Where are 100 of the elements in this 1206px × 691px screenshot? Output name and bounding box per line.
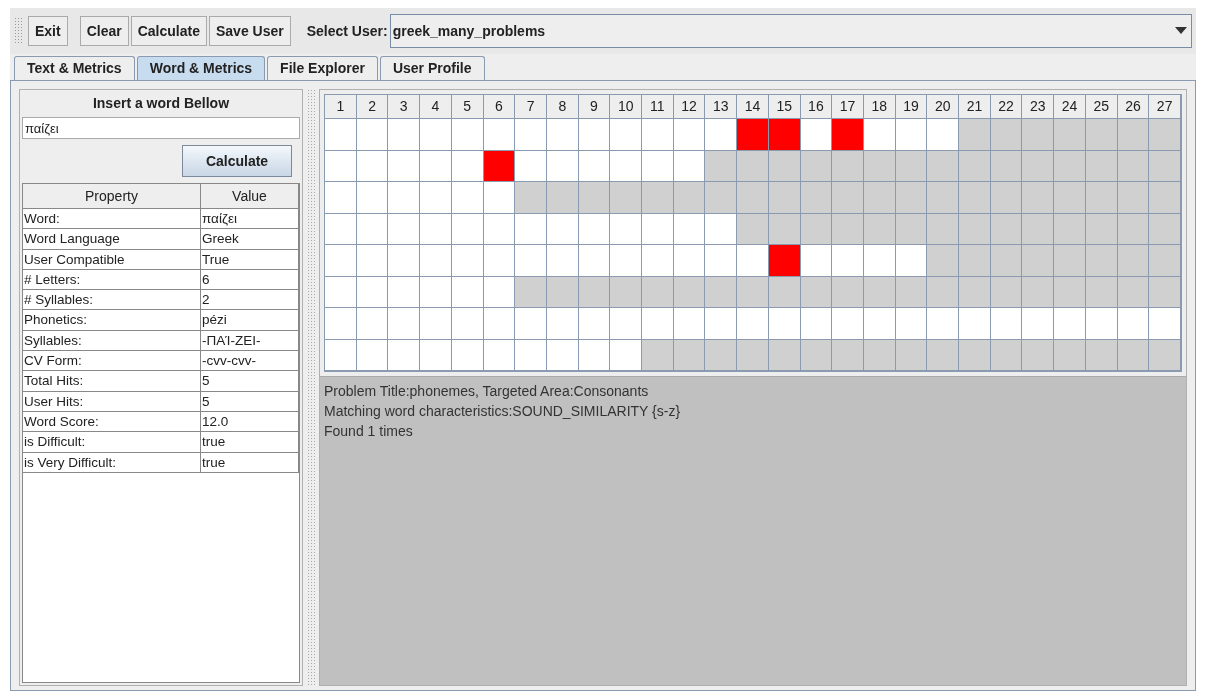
grid-cell[interactable] xyxy=(1117,182,1150,214)
grid-cell[interactable] xyxy=(990,308,1023,340)
grid-cell[interactable] xyxy=(515,339,547,371)
grid-cell[interactable] xyxy=(927,119,960,151)
grid-cell[interactable] xyxy=(705,119,738,151)
grid-cell[interactable] xyxy=(546,308,579,340)
grid-cell[interactable] xyxy=(546,245,579,277)
grid-cell[interactable] xyxy=(1149,182,1181,214)
grid-cell[interactable] xyxy=(705,150,738,182)
grid-cell[interactable] xyxy=(1054,276,1086,308)
grid-cell[interactable] xyxy=(578,308,611,340)
grid-cell[interactable] xyxy=(578,119,611,151)
grid-cell[interactable] xyxy=(927,339,960,371)
grid-cell[interactable] xyxy=(1022,182,1055,214)
grid-cell[interactable] xyxy=(863,182,896,214)
grid-cell[interactable] xyxy=(1149,276,1181,308)
grid-cell[interactable] xyxy=(863,308,896,340)
grid-cell[interactable] xyxy=(578,245,611,277)
grid-cell[interactable] xyxy=(578,182,611,214)
grid-cell[interactable] xyxy=(483,308,516,340)
grid-cell[interactable] xyxy=(1149,213,1181,245)
grid-cell[interactable] xyxy=(610,182,643,214)
grid-cell[interactable] xyxy=(642,182,674,214)
grid-cell[interactable] xyxy=(325,245,357,277)
grid-cell[interactable] xyxy=(1117,119,1150,151)
grid-cell[interactable] xyxy=(356,308,389,340)
grid-cell[interactable] xyxy=(1054,245,1086,277)
grid-cell[interactable] xyxy=(737,182,769,214)
grid-cell[interactable] xyxy=(325,213,357,245)
grid-cell[interactable] xyxy=(863,245,896,277)
grid-cell[interactable] xyxy=(927,182,960,214)
grid-cell[interactable] xyxy=(895,245,928,277)
grid-cell[interactable] xyxy=(959,213,991,245)
grid-cell[interactable] xyxy=(388,276,421,308)
grid-cell[interactable] xyxy=(1085,182,1118,214)
grid-cell[interactable] xyxy=(356,119,389,151)
grid-cell[interactable] xyxy=(1022,245,1055,277)
grid-cell[interactable] xyxy=(800,182,833,214)
grid-cell[interactable] xyxy=(927,213,960,245)
grid-cell[interactable] xyxy=(1149,245,1181,277)
grid-cell[interactable] xyxy=(959,119,991,151)
grid-cell[interactable] xyxy=(388,308,421,340)
grid-cell[interactable] xyxy=(325,119,357,151)
grid-cell[interactable] xyxy=(388,182,421,214)
grid-cell[interactable] xyxy=(642,150,674,182)
grid-cell[interactable] xyxy=(420,213,452,245)
grid-cell[interactable] xyxy=(895,308,928,340)
grid-cell[interactable] xyxy=(705,339,738,371)
grid-cell[interactable] xyxy=(1117,308,1150,340)
grid-cell[interactable] xyxy=(1022,276,1055,308)
grid-cell[interactable] xyxy=(546,182,579,214)
grid-cell[interactable] xyxy=(420,245,452,277)
grid-cell[interactable] xyxy=(832,182,864,214)
grid-cell[interactable] xyxy=(1054,213,1086,245)
grid-cell[interactable] xyxy=(705,308,738,340)
grid-cell[interactable] xyxy=(610,119,643,151)
grid-cell[interactable] xyxy=(737,308,769,340)
grid-cell[interactable] xyxy=(546,119,579,151)
grid-cell[interactable] xyxy=(356,245,389,277)
grid-cell[interactable] xyxy=(1054,308,1086,340)
grid-cell[interactable] xyxy=(1117,245,1150,277)
grid-cell[interactable] xyxy=(1054,339,1086,371)
grid-cell[interactable] xyxy=(959,339,991,371)
grid-cell[interactable] xyxy=(737,245,769,277)
grid-cell[interactable] xyxy=(515,182,547,214)
grid-cell[interactable] xyxy=(388,119,421,151)
grid-cell[interactable] xyxy=(451,119,484,151)
grid-cell[interactable] xyxy=(927,150,960,182)
grid-cell[interactable] xyxy=(642,119,674,151)
grid-cell[interactable] xyxy=(673,245,706,277)
toolbar-button[interactable]: Calculate xyxy=(130,16,207,46)
grid-cell[interactable] xyxy=(515,213,547,245)
grid-cell[interactable] xyxy=(673,182,706,214)
grid-cell[interactable] xyxy=(388,339,421,371)
grid-cell[interactable] xyxy=(515,150,547,182)
grid-cell[interactable] xyxy=(1085,308,1118,340)
grid-cell[interactable] xyxy=(610,150,643,182)
grid-cell[interactable] xyxy=(1022,150,1055,182)
grid-cell[interactable] xyxy=(959,150,991,182)
grid-cell[interactable] xyxy=(1149,308,1181,340)
grid-cell[interactable] xyxy=(832,119,864,151)
grid-cell[interactable] xyxy=(1149,119,1181,151)
grid-cell[interactable] xyxy=(990,245,1023,277)
grid-cell[interactable] xyxy=(959,308,991,340)
grid-cell[interactable] xyxy=(959,276,991,308)
grid-cell[interactable] xyxy=(420,276,452,308)
grid-cell[interactable] xyxy=(768,119,801,151)
grid-cell[interactable] xyxy=(420,119,452,151)
grid-cell[interactable] xyxy=(325,150,357,182)
grid-cell[interactable] xyxy=(705,182,738,214)
grid-cell[interactable] xyxy=(927,308,960,340)
grid-cell[interactable] xyxy=(1085,245,1118,277)
grid-cell[interactable] xyxy=(832,150,864,182)
grid-cell[interactable] xyxy=(515,119,547,151)
grid-cell[interactable] xyxy=(483,182,516,214)
grid-cell[interactable] xyxy=(768,182,801,214)
grid-cell[interactable] xyxy=(1054,182,1086,214)
grid-cell[interactable] xyxy=(515,308,547,340)
grid-cell[interactable] xyxy=(737,339,769,371)
grid-cell[interactable] xyxy=(927,276,960,308)
